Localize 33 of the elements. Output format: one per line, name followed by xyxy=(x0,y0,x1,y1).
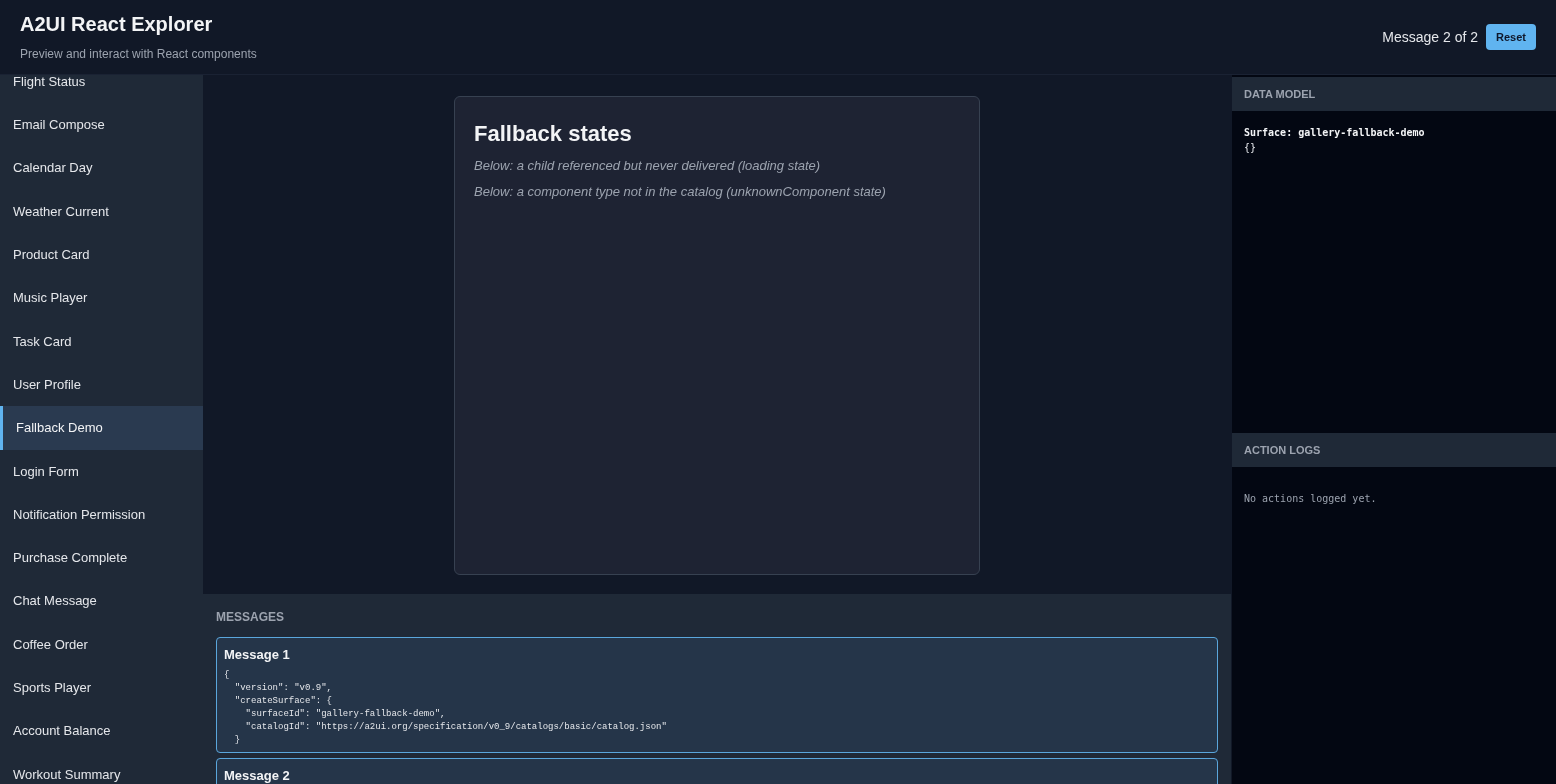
sidebar-item[interactable]: Weather Current xyxy=(0,189,203,234)
messages-heading: MESSAGES xyxy=(216,609,285,626)
sidebar-item[interactable]: Account Balance xyxy=(0,709,203,753)
message-title: Message 1 xyxy=(224,646,291,664)
sidebar-item[interactable]: Calendar Day xyxy=(0,146,203,190)
sidebar-item[interactable]: Chat Message xyxy=(0,579,203,623)
sidebar-item[interactable]: Task Card xyxy=(0,319,203,364)
sidebar-item[interactable]: Product Card xyxy=(0,233,203,277)
app-title: A2UI React Explorer xyxy=(20,11,214,37)
reset-button[interactable]: Reset xyxy=(1486,23,1536,51)
message-title: Message 2 xyxy=(224,766,291,784)
sidebar-item[interactable]: User Profile xyxy=(0,363,203,407)
sidebar-item[interactable]: Login Form xyxy=(0,449,203,493)
sidebar-item[interactable]: Purchase Complete xyxy=(0,536,203,580)
message-json: { "version": "v0.9", "createSurface": { "surfaceId": "gallery-fallback-demo", "catalogId": "https://a2ui.org/specification/v0_9/catalogs/basic/catalog.json" } xyxy=(224,668,668,747)
empty-log-text: No actions logged yet. xyxy=(1244,492,1378,506)
sidebar-item[interactable]: Fallback Demo xyxy=(0,406,203,450)
action-logs-heading: ACTION LOGS xyxy=(1232,433,1556,467)
fallback-note: Below: a component type not in the catalog (unknownComponent state) xyxy=(474,182,887,201)
sidebar-item[interactable]: Workout Summary xyxy=(0,752,203,784)
fallback-note: Below: a child referenced but never delivered (loading state) xyxy=(474,157,822,175)
sidebar-item[interactable]: Sports Player xyxy=(0,666,203,710)
message-counter: Message 2 of 2 xyxy=(1382,27,1479,47)
data-model-value: {} xyxy=(1244,141,1258,155)
surface-label: Surface: gallery-fallback-demo xyxy=(1244,126,1426,140)
sidebar-item[interactable]: Music Player xyxy=(0,276,203,320)
data-model-heading: DATA MODEL xyxy=(1232,77,1556,111)
sidebar-item[interactable]: Coffee Order xyxy=(0,622,203,667)
sidebar-item[interactable]: Notification Permission xyxy=(0,492,203,537)
preview-title: Fallback states xyxy=(474,120,633,148)
sidebar-item[interactable]: Flight Status xyxy=(0,75,203,104)
app-subtitle: Preview and interact with React components xyxy=(20,45,257,63)
sidebar-item[interactable]: Email Compose xyxy=(0,103,203,147)
